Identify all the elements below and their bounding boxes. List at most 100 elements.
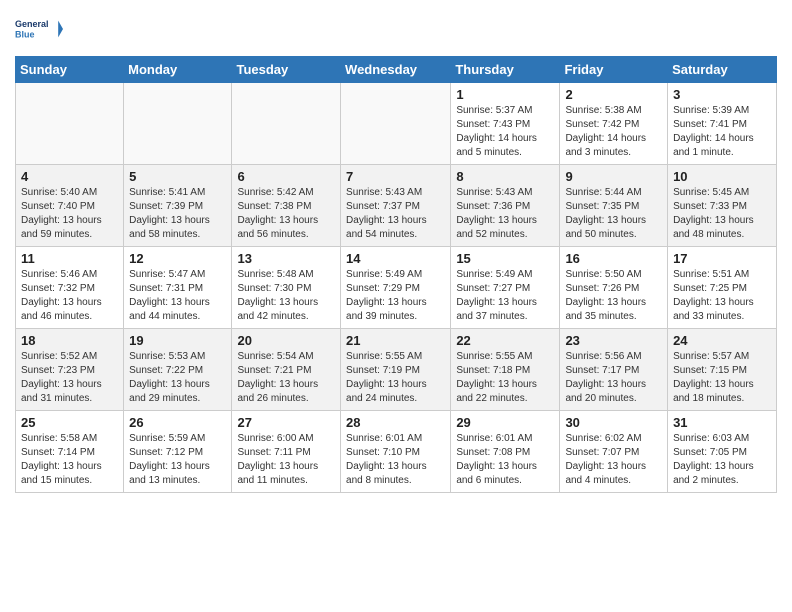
- calendar-table: SundayMondayTuesdayWednesdayThursdayFrid…: [15, 56, 777, 493]
- calendar-week-row: 18 Sunrise: 5:52 AMSunset: 7:23 PMDayligh…: [16, 329, 777, 411]
- day-info: Sunrise: 5:59 AMSunset: 7:12 PMDaylight:…: [129, 432, 226, 488]
- calendar-header-friday: Friday: [560, 57, 668, 83]
- calendar-week-row: 11Sunrise: 5:46 AMSunset: 7:32 PMDayligh…: [16, 247, 777, 329]
- calendar-cell: 11Sunrise: 5:46 AMSunset: 7:32 PMDayligh…: [16, 247, 124, 329]
- calendar-cell: 9 Sunrise: 5:44 AMSunset: 7:35 PMDaylight…: [560, 165, 668, 247]
- day-number: 25: [21, 415, 118, 430]
- calendar-header-sunday: Sunday: [16, 57, 124, 83]
- day-info: Sunrise: 5:52 AMSunset: 7:23 PMDaylight:…: [21, 350, 118, 406]
- calendar-cell: 30 Sunrise: 6:02 AMSunset: 7:07 PMDayligh…: [560, 411, 668, 493]
- calendar-cell: 16 Sunrise: 5:50 AMSunset: 7:26 PMDayligh…: [560, 247, 668, 329]
- calendar-week-row: 1Sunrise: 5:37 AMSunset: 7:43 PMDaylight…: [16, 83, 777, 165]
- calendar-cell: 31Sunrise: 6:03 AMSunset: 7:05 PMDayligh…: [668, 411, 777, 493]
- day-number: 14: [346, 251, 445, 266]
- day-number: 29: [456, 415, 554, 430]
- day-info: Sunrise: 5:40 AMSunset: 7:40 PMDaylight:…: [21, 186, 118, 242]
- day-info: Sunrise: 5:47 AMSunset: 7:31 PMDaylight:…: [129, 268, 226, 324]
- calendar-cell: 18 Sunrise: 5:52 AMSunset: 7:23 PMDayligh…: [16, 329, 124, 411]
- day-info: Sunrise: 5:58 AMSunset: 7:14 PMDaylight:…: [21, 432, 118, 488]
- calendar-week-row: 4Sunrise: 5:40 AMSunset: 7:40 PMDaylight…: [16, 165, 777, 247]
- calendar-header-tuesday: Tuesday: [232, 57, 341, 83]
- calendar-header-saturday: Saturday: [668, 57, 777, 83]
- day-info: Sunrise: 5:42 AMSunset: 7:38 PMDaylight:…: [237, 186, 335, 242]
- day-info: Sunrise: 5:49 AMSunset: 7:27 PMDaylight:…: [456, 268, 554, 324]
- day-info: Sunrise: 6:02 AMSunset: 7:07 PMDaylight:…: [565, 432, 662, 488]
- calendar-cell: 23 Sunrise: 5:56 AMSunset: 7:17 PMDayligh…: [560, 329, 668, 411]
- calendar-cell: 19Sunrise: 5:53 AMSunset: 7:22 PMDayligh…: [124, 329, 232, 411]
- calendar-header-thursday: Thursday: [451, 57, 560, 83]
- day-info: Sunrise: 5:49 AMSunset: 7:29 PMDaylight:…: [346, 268, 445, 324]
- calendar-cell: 21 Sunrise: 5:55 AMSunset: 7:19 PMDayligh…: [341, 329, 451, 411]
- svg-text:General: General: [15, 19, 49, 29]
- day-info: Sunrise: 5:56 AMSunset: 7:17 PMDaylight:…: [565, 350, 662, 406]
- day-number: 3: [673, 87, 771, 102]
- svg-text:Blue: Blue: [15, 29, 35, 39]
- day-number: 31: [673, 415, 771, 430]
- logo-svg: General Blue: [15, 10, 63, 48]
- day-info: Sunrise: 5:51 AMSunset: 7:25 PMDaylight:…: [673, 268, 771, 324]
- calendar-cell: 27Sunrise: 6:00 AMSunset: 7:11 PMDayligh…: [232, 411, 341, 493]
- day-number: 13: [237, 251, 335, 266]
- day-info: Sunrise: 5:46 AMSunset: 7:32 PMDaylight:…: [21, 268, 118, 324]
- day-info: Sunrise: 5:43 AMSunset: 7:36 PMDaylight:…: [456, 186, 554, 242]
- day-number: 10: [673, 169, 771, 184]
- day-number: 24: [673, 333, 771, 348]
- calendar-cell: 1Sunrise: 5:37 AMSunset: 7:43 PMDaylight…: [451, 83, 560, 165]
- day-number: 18: [21, 333, 118, 348]
- day-number: 2: [565, 87, 662, 102]
- day-info: Sunrise: 5:44 AMSunset: 7:35 PMDaylight:…: [565, 186, 662, 242]
- calendar-cell: 20Sunrise: 5:54 AMSunset: 7:21 PMDayligh…: [232, 329, 341, 411]
- day-info: Sunrise: 6:01 AMSunset: 7:08 PMDaylight:…: [456, 432, 554, 488]
- calendar-cell: 22Sunrise: 5:55 AMSunset: 7:18 PMDayligh…: [451, 329, 560, 411]
- day-info: Sunrise: 5:50 AMSunset: 7:26 PMDaylight:…: [565, 268, 662, 324]
- logo: General Blue: [15, 10, 63, 48]
- day-info: Sunrise: 5:55 AMSunset: 7:19 PMDaylight:…: [346, 350, 445, 406]
- day-info: Sunrise: 5:53 AMSunset: 7:22 PMDaylight:…: [129, 350, 226, 406]
- day-info: Sunrise: 5:43 AMSunset: 7:37 PMDaylight:…: [346, 186, 445, 242]
- day-info: Sunrise: 5:41 AMSunset: 7:39 PMDaylight:…: [129, 186, 226, 242]
- calendar-cell: 14 Sunrise: 5:49 AMSunset: 7:29 PMDayligh…: [341, 247, 451, 329]
- day-number: 23: [565, 333, 662, 348]
- day-number: 26: [129, 415, 226, 430]
- calendar-cell: [16, 83, 124, 165]
- day-number: 6: [237, 169, 335, 184]
- calendar-cell: [232, 83, 341, 165]
- calendar-cell: 5 Sunrise: 5:41 AMSunset: 7:39 PMDaylight…: [124, 165, 232, 247]
- day-info: Sunrise: 5:45 AMSunset: 7:33 PMDaylight:…: [673, 186, 771, 242]
- calendar-cell: 7Sunrise: 5:43 AMSunset: 7:37 PMDaylight…: [341, 165, 451, 247]
- day-number: 21: [346, 333, 445, 348]
- day-number: 12: [129, 251, 226, 266]
- calendar-cell: 4Sunrise: 5:40 AMSunset: 7:40 PMDaylight…: [16, 165, 124, 247]
- day-number: 5: [129, 169, 226, 184]
- day-number: 27: [237, 415, 335, 430]
- day-info: Sunrise: 5:57 AMSunset: 7:15 PMDaylight:…: [673, 350, 771, 406]
- calendar-cell: 8 Sunrise: 5:43 AMSunset: 7:36 PMDaylight…: [451, 165, 560, 247]
- calendar-cell: 6 Sunrise: 5:42 AMSunset: 7:38 PMDaylight…: [232, 165, 341, 247]
- day-number: 30: [565, 415, 662, 430]
- calendar-header-wednesday: Wednesday: [341, 57, 451, 83]
- calendar-header-monday: Monday: [124, 57, 232, 83]
- day-number: 20: [237, 333, 335, 348]
- calendar-cell: 13 Sunrise: 5:48 AMSunset: 7:30 PMDayligh…: [232, 247, 341, 329]
- day-info: Sunrise: 5:48 AMSunset: 7:30 PMDaylight:…: [237, 268, 335, 324]
- calendar-cell: 26 Sunrise: 5:59 AMSunset: 7:12 PMDayligh…: [124, 411, 232, 493]
- calendar-cell: 17Sunrise: 5:51 AMSunset: 7:25 PMDayligh…: [668, 247, 777, 329]
- calendar-cell: 10 Sunrise: 5:45 AMSunset: 7:33 PMDayligh…: [668, 165, 777, 247]
- calendar-cell: 28Sunrise: 6:01 AMSunset: 7:10 PMDayligh…: [341, 411, 451, 493]
- day-number: 15: [456, 251, 554, 266]
- calendar-cell: 12 Sunrise: 5:47 AMSunset: 7:31 PMDayligh…: [124, 247, 232, 329]
- day-info: Sunrise: 6:01 AMSunset: 7:10 PMDaylight:…: [346, 432, 445, 488]
- calendar-header-row: SundayMondayTuesdayWednesdayThursdayFrid…: [16, 57, 777, 83]
- calendar-cell: 29 Sunrise: 6:01 AMSunset: 7:08 PMDayligh…: [451, 411, 560, 493]
- day-info: Sunrise: 5:38 AMSunset: 7:42 PMDaylight:…: [565, 104, 662, 160]
- calendar-cell: 25 Sunrise: 5:58 AMSunset: 7:14 PMDayligh…: [16, 411, 124, 493]
- day-number: 8: [456, 169, 554, 184]
- day-info: Sunrise: 5:39 AMSunset: 7:41 PMDaylight:…: [673, 104, 771, 160]
- day-number: 9: [565, 169, 662, 184]
- calendar-cell: 15 Sunrise: 5:49 AMSunset: 7:27 PMDayligh…: [451, 247, 560, 329]
- calendar-week-row: 25 Sunrise: 5:58 AMSunset: 7:14 PMDayligh…: [16, 411, 777, 493]
- calendar-cell: [124, 83, 232, 165]
- day-number: 16: [565, 251, 662, 266]
- day-info: Sunrise: 5:55 AMSunset: 7:18 PMDaylight:…: [456, 350, 554, 406]
- calendar-cell: 3 Sunrise: 5:39 AMSunset: 7:41 PMDaylight…: [668, 83, 777, 165]
